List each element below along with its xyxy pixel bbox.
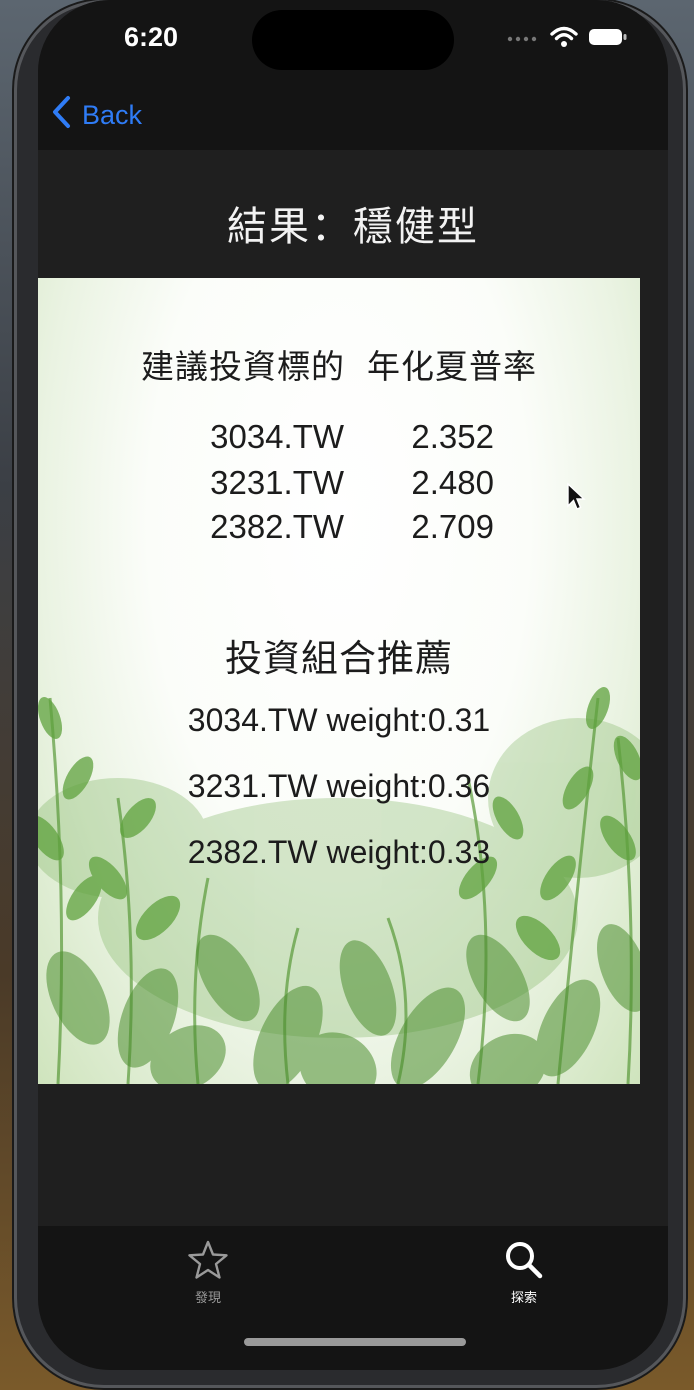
title-area: 結果：穩健型 <box>38 150 668 278</box>
tab-explore[interactable]: 探索 <box>464 1238 584 1306</box>
recommendation-header: 建議投資標的 年化夏普率 <box>38 340 640 388</box>
portfolio-title: 投資組合推薦 <box>225 638 453 679</box>
search-icon <box>502 1242 546 1285</box>
wifi-icon <box>550 26 578 53</box>
status-icons <box>506 26 628 53</box>
sharpe-value: 2.480 <box>411 464 494 501</box>
phone-frame: 6:20 Back 結果：穩健型 建議投資標的 年化夏普率 3034.TW 2.… <box>14 0 686 1388</box>
battery-icon <box>588 27 628 52</box>
tab-bar: 發現 探索 <box>38 1226 668 1370</box>
status-time: 6:20 <box>124 22 179 52</box>
star-icon <box>186 1240 230 1285</box>
back-button[interactable]: Back <box>50 94 142 137</box>
header-target-label: 建議投資標的 <box>141 348 345 385</box>
tab-explore-label: 探索 <box>510 1290 537 1305</box>
tab-discover[interactable]: 發現 <box>148 1238 268 1306</box>
back-label: Back <box>82 100 143 130</box>
sharpe-value: 2.709 <box>411 508 494 545</box>
weight-row: 3231.TW weight:0.36 <box>187 768 491 804</box>
page-title: 結果：穩健型 <box>227 205 479 249</box>
dynamic-island <box>252 10 454 70</box>
home-indicator[interactable] <box>244 1338 466 1346</box>
status-bar: 6:20 <box>38 0 668 90</box>
chevron-left-icon <box>50 94 72 137</box>
sharpe-row: 2382.TW 2.709 <box>38 508 640 546</box>
stock-symbol: 2382.TW <box>210 508 344 545</box>
header-sharpe-label: 年化夏普率 <box>367 348 537 385</box>
result-card: 建議投資標的 年化夏普率 3034.TW 2.352 3231.TW 2.480 23… <box>38 278 640 1084</box>
stock-symbol: 3034.TW <box>210 418 344 455</box>
navigation-bar: Back <box>38 90 668 150</box>
tab-discover-label: 發現 <box>194 1290 221 1305</box>
stock-symbol: 3231.TW <box>210 464 344 501</box>
sharpe-row: 3231.TW 2.480 <box>38 464 640 502</box>
sharpe-row: 3034.TW 2.352 <box>38 418 640 456</box>
cellular-signal-icon <box>506 31 540 49</box>
sharpe-value: 2.352 <box>411 418 494 455</box>
mouse-cursor-icon <box>567 482 586 510</box>
screen: 6:20 Back 結果：穩健型 建議投資標的 年化夏普率 3034.TW 2.… <box>38 0 668 1370</box>
weight-row: 3034.TW weight:0.31 <box>187 702 491 738</box>
weight-row: 2382.TW weight:0.33 <box>187 834 491 870</box>
